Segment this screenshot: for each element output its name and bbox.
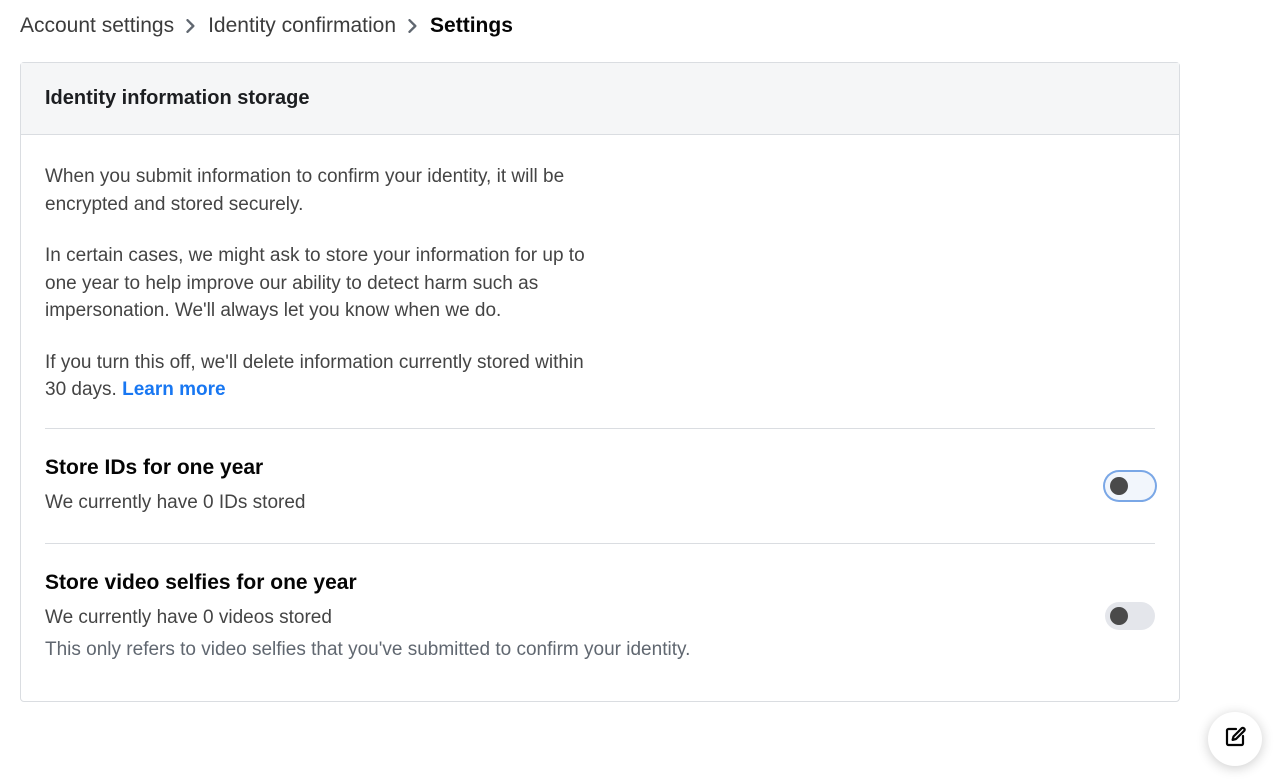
store-ids-toggle[interactable] xyxy=(1105,472,1155,500)
store-videos-toggle[interactable] xyxy=(1105,602,1155,630)
breadcrumb-current: Settings xyxy=(430,14,513,38)
chevron-right-icon xyxy=(186,19,196,33)
panel-header: Identity information storage xyxy=(21,63,1179,135)
store-ids-row: Store IDs for one year We currently have… xyxy=(45,428,1155,543)
panel-description-1: When you submit information to confirm y… xyxy=(45,163,605,218)
store-videos-hint: This only refers to video selfies that y… xyxy=(45,636,1105,664)
edit-icon xyxy=(1223,725,1247,754)
identity-storage-panel: Identity information storage When you su… xyxy=(20,62,1180,702)
panel-description-2: In certain cases, we might ask to store … xyxy=(45,242,605,325)
breadcrumb-identity-confirmation[interactable]: Identity confirmation xyxy=(208,14,396,38)
store-videos-title: Store video selfies for one year xyxy=(45,568,1105,598)
store-videos-subtitle: We currently have 0 videos stored xyxy=(45,604,1105,632)
store-videos-row: Store video selfies for one year We curr… xyxy=(45,543,1155,688)
store-ids-title: Store IDs for one year xyxy=(45,453,1105,483)
breadcrumb: Account settings Identity confirmation S… xyxy=(20,14,1260,38)
toggle-knob xyxy=(1110,477,1128,495)
chevron-right-icon xyxy=(408,19,418,33)
store-ids-subtitle: We currently have 0 IDs stored xyxy=(45,489,1105,517)
compose-button[interactable] xyxy=(1208,712,1262,766)
panel-body: When you submit information to confirm y… xyxy=(21,135,1179,701)
learn-more-link[interactable]: Learn more xyxy=(122,379,225,400)
breadcrumb-account-settings[interactable]: Account settings xyxy=(20,14,174,38)
toggle-knob xyxy=(1110,607,1128,625)
panel-description-3: If you turn this off, we'll delete infor… xyxy=(45,349,605,404)
